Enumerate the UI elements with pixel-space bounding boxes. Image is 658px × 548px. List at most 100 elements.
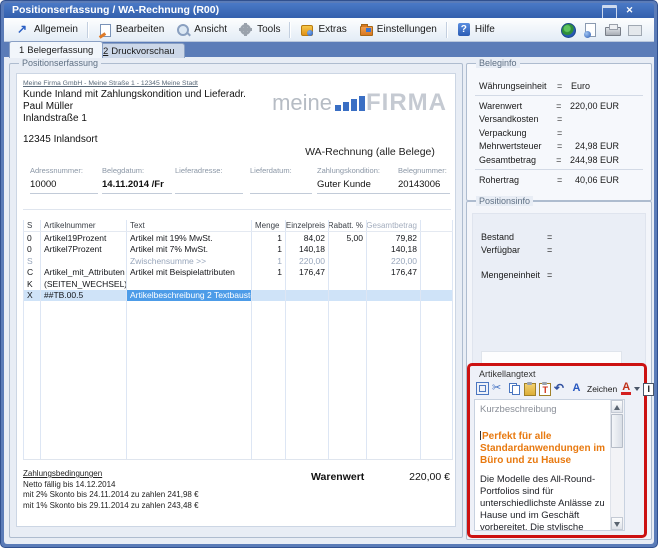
tab-strip: 1Belegerfassung 2Druckvorschau (4, 41, 654, 57)
field-belegdatum[interactable]: Belegdatum: 14.11.2014 /Fr (102, 166, 172, 194)
document-title: WA-Rechnung (alle Belege) (275, 146, 465, 158)
richtext-body: Die Modelle des All-Round-Portfolios sin… (480, 474, 608, 531)
richtext-headline: Perfekt für alle Standardanwendungen im … (480, 431, 608, 467)
globe-icon[interactable] (561, 23, 576, 37)
tab-belegerfassung[interactable]: 1Belegerfassung (9, 41, 103, 58)
table-empty-area[interactable] (23, 301, 453, 460)
window-title: Positionserfassung / WA-Rechnung (R00) (12, 4, 219, 16)
positionsinfo-row: Mengeneinheit = (473, 268, 645, 281)
invoice-document: Meine Firma GmbH - Meine Straße 1 - 1234… (16, 73, 456, 527)
field-zahlungskondition[interactable]: Zahlungskondition: Guter Kunde (317, 166, 405, 194)
content-area: Positionserfassung Meine Firma GmbH - Me… (4, 57, 654, 544)
artikellangtext-title: Artikellangtext (479, 369, 536, 379)
table-row[interactable]: 0 Artikel19Prozent Artikel mit 19% MwSt.… (23, 232, 453, 244)
beleginfo-row: Gesamtbetrag = 244,98 EUR (467, 153, 651, 166)
menu-hilfe[interactable]: Hilfe (451, 21, 501, 39)
group-title: Positionserfassung (19, 58, 101, 68)
tab-druckvorschau[interactable]: 2Druckvorschau (93, 43, 185, 58)
field-lieferdatum[interactable]: Lieferdatum: (250, 166, 312, 194)
undo-icon[interactable] (554, 382, 567, 395)
scroll-down-icon[interactable] (611, 517, 623, 530)
company-logo: meine FIRMA (272, 92, 447, 113)
total-value: 220,00 € (357, 471, 450, 483)
gear-icon (239, 23, 253, 37)
title-bar[interactable]: Positionserfassung / WA-Rechnung (R00) (4, 3, 654, 18)
font-color-icon[interactable]: A (621, 382, 631, 395)
beleginfo-row: Mehrwertsteuer = 24,98 EUR (467, 140, 651, 153)
table-row-selected[interactable]: X ##TB.00.5 Artikelbeschreibung 2 Textba… (23, 290, 453, 302)
beleginfo-row: Warenwert = 220,00 EUR (467, 99, 651, 112)
beleginfo-row: Verpackung = (467, 126, 651, 139)
payment-terms-line: mit 2% Skonto bis 24.11.2014 zu zahlen 2… (23, 490, 199, 499)
edit-page-icon (98, 23, 112, 37)
positionsinfo-row: Bestand = (473, 230, 645, 243)
richtext-editor[interactable]: Kurzbeschreibung Perfekt für alle Standa… (474, 399, 625, 531)
positions-table: S Artikelnummer Text Menge Einzelpreis R… (23, 220, 453, 460)
menu-tools[interactable]: Tools (233, 21, 286, 39)
help-icon (457, 23, 471, 37)
menu-bar: Allgemein Bearbeiten Ansicht Tools Extra… (4, 18, 654, 42)
payment-terms-line: Netto fällig bis 14.12.2014 (23, 480, 199, 489)
printer-icon[interactable] (605, 23, 620, 37)
menu-einstellungen[interactable]: Einstellungen (353, 21, 443, 39)
richtext-toolbar: A Zeichen A I (474, 380, 640, 397)
payment-terms-line: mit 1% Skonto bis 29.11.2014 zu zahlen 2… (23, 501, 199, 510)
beleginfo-row: Währungseinheit = Euro (467, 79, 651, 92)
richtext-line: Kurzbeschreibung (480, 404, 608, 415)
table-row[interactable]: 0 Artikel7Prozent Artikel mit 7% MwSt. 1… (23, 244, 453, 256)
extras-icon (300, 23, 314, 37)
menu-separator (289, 22, 291, 38)
app-window: Positionserfassung / WA-Rechnung (R00) A… (0, 0, 658, 548)
scrollbar[interactable] (610, 400, 624, 530)
paste-text-icon[interactable] (539, 383, 551, 396)
arrow-up-right-icon (16, 23, 30, 37)
select-object-icon[interactable] (476, 382, 489, 395)
beleginfo-row: Versandkosten = (467, 113, 651, 126)
font-icon[interactable]: A (570, 382, 583, 395)
sender-line: Meine Firma GmbH - Meine Straße 1 - 1234… (23, 80, 198, 87)
menu-right-icons (561, 23, 648, 37)
cut-icon[interactable] (492, 382, 505, 395)
insert-text-icon[interactable]: I (643, 383, 654, 396)
field-lieferadresse[interactable]: Lieferadresse: (175, 166, 243, 194)
payment-terms-title: Zahlungsbedingungen (23, 469, 199, 478)
chevron-down-icon[interactable] (634, 387, 640, 391)
paste-icon[interactable] (524, 383, 536, 396)
field-adressnummer[interactable]: Adressnummer: 10000 (30, 166, 98, 194)
logo-text-firma: FIRMA (366, 92, 447, 113)
table-row-subtotal[interactable]: S Zwischensumme >> 1 220,00 220,00 (23, 255, 453, 267)
copy-icon[interactable] (508, 382, 521, 395)
menu-separator (446, 22, 448, 38)
scroll-thumb[interactable] (611, 414, 623, 448)
group-title: Beleginfo (476, 58, 520, 68)
address-line: Paul Müller (23, 101, 73, 112)
menu-allgemein[interactable]: Allgemein (10, 21, 84, 39)
table-row[interactable]: C Artikel_mit_Attributen Artikel mit Bei… (23, 267, 453, 279)
divider (475, 169, 643, 170)
positionserfassung-group: Positionserfassung Meine Firma GmbH - Me… (9, 63, 463, 538)
settings-folder-icon (359, 23, 373, 37)
menu-ansicht[interactable]: Ansicht (170, 21, 233, 39)
menu-separator (87, 22, 89, 38)
text-caret (480, 431, 481, 440)
magnifier-icon (176, 23, 190, 37)
group-title: Positionsinfo (476, 196, 533, 206)
close-icon[interactable] (623, 5, 636, 16)
scroll-up-icon[interactable] (611, 400, 623, 413)
zeichen-button[interactable]: Zeichen (587, 384, 617, 394)
beleginfo-group: Beleginfo Währungseinheit = Euro Warenwe… (466, 63, 652, 201)
document-clock-icon[interactable] (583, 23, 598, 37)
artikellangtext-highlight: Artikellangtext A Zeichen A I Kurzbeschr… (467, 363, 647, 538)
positionsinfo-panel: Bestand = Verfügbar = Mengeneinheit = (472, 213, 646, 365)
address-line: Kunde Inland mit Zahlungskondition und L… (23, 89, 246, 100)
table-row[interactable]: K (SEITEN_WECHSEL) (23, 278, 453, 290)
mail-icon[interactable] (627, 23, 642, 37)
address-city: 12345 Inlandsort (23, 134, 98, 145)
beleginfo-row: Rohertrag = 40,06 EUR (467, 173, 651, 186)
divider (23, 209, 451, 210)
payment-terms: Zahlungsbedingungen Netto fällig bis 14.… (23, 469, 199, 510)
menu-bearbeiten[interactable]: Bearbeiten (92, 21, 170, 39)
menu-extras[interactable]: Extras (294, 21, 352, 39)
logo-text-meine: meine (272, 93, 332, 113)
field-belegnummer[interactable]: Belegnummer: 20143006 (398, 166, 450, 194)
